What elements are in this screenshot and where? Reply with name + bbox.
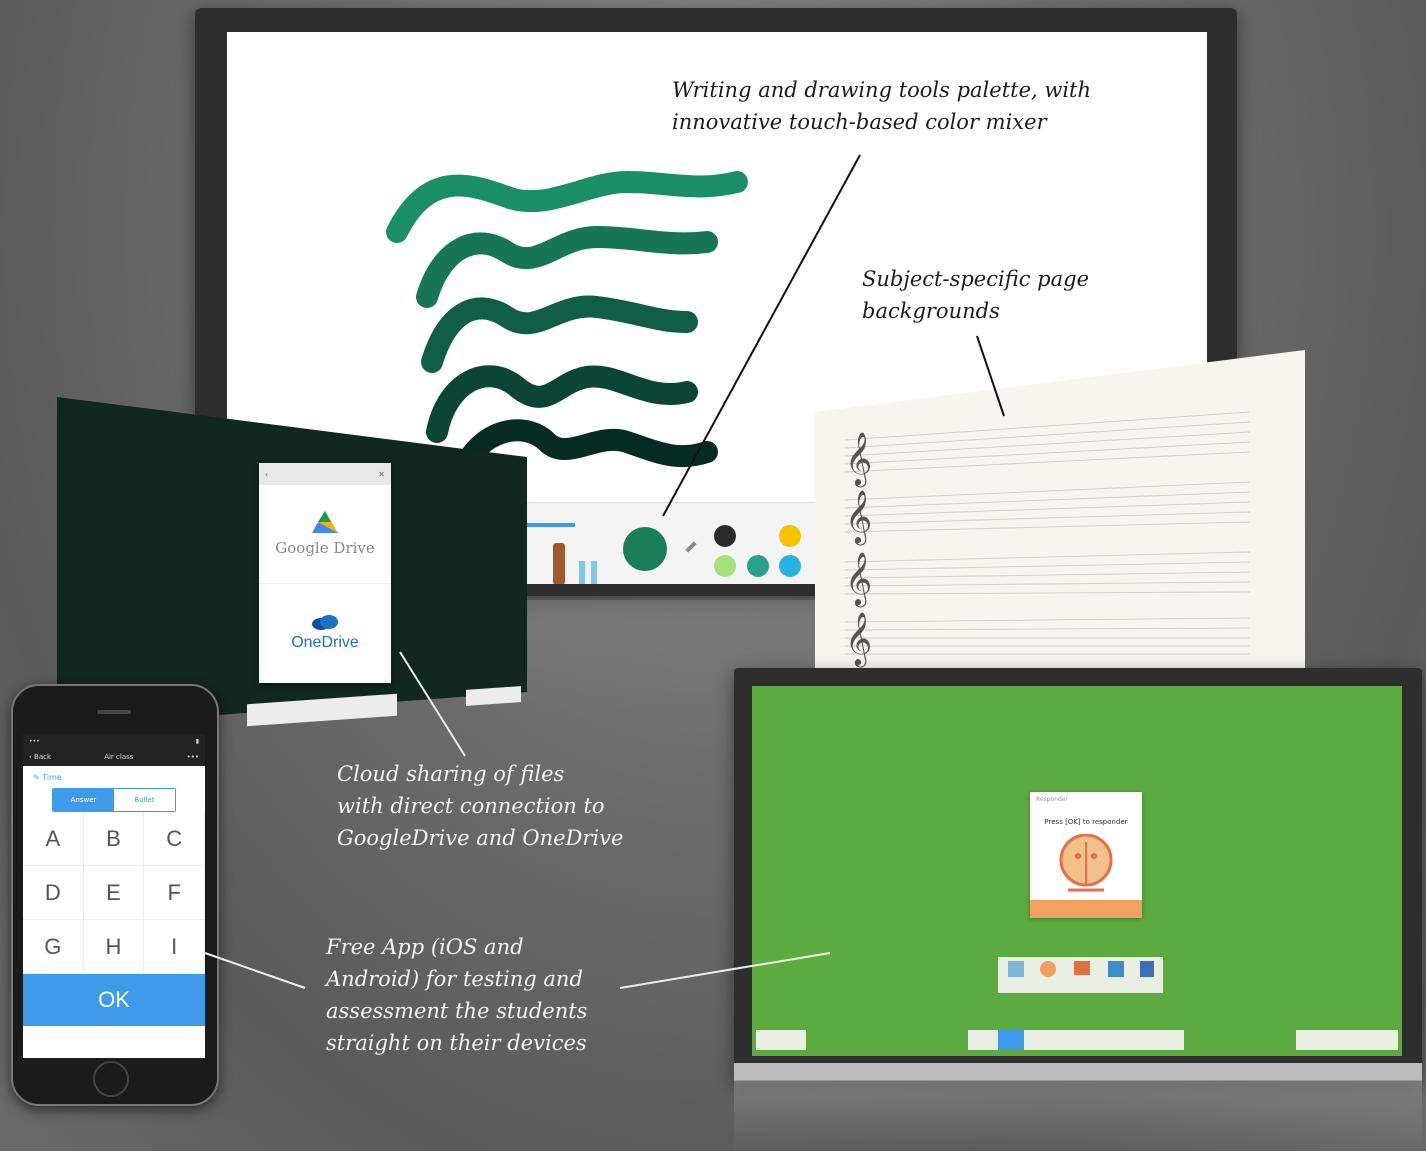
phone-screen: ••• ▮ ‹ Back Air class ••• ✎ Time Answer … — [23, 734, 205, 1058]
phone-speaker — [97, 710, 131, 714]
backgrounds-annotation: Subject-specific page backgrounds — [862, 267, 1089, 323]
segment-answer[interactable]: Answer — [53, 789, 114, 811]
eyedropper-icon[interactable] — [685, 541, 697, 553]
pen-tool-active[interactable] — [998, 1030, 1024, 1050]
swatch-yellow[interactable] — [779, 525, 801, 547]
responder-title: Responder — [1036, 796, 1068, 803]
responder-face-icon — [1059, 834, 1113, 892]
grid-tool-icon[interactable] — [1008, 961, 1024, 977]
menu-settings-bar[interactable] — [756, 1030, 806, 1050]
close-icon[interactable]: ✕ — [378, 470, 385, 479]
segment-bullet[interactable]: Bullet — [114, 789, 175, 811]
app-title: Air class — [104, 753, 134, 761]
onedrive-label: OneDrive — [291, 634, 359, 651]
treble-clef-icon: 𝄞 — [845, 489, 872, 545]
color-mixer-dot[interactable] — [623, 527, 667, 571]
wave-stroke-3 — [421, 295, 698, 373]
wave-stroke-4 — [426, 365, 698, 443]
onedrive-option[interactable]: OneDrive — [259, 584, 391, 682]
annotation-toolbar[interactable] — [968, 1030, 1184, 1050]
key-i[interactable]: I — [144, 920, 205, 974]
marker-tool-icon[interactable] — [553, 543, 565, 584]
wave-stroke-2 — [416, 225, 718, 308]
responder-confirm-button[interactable] — [1030, 900, 1142, 918]
onedrive-cloud-icon — [312, 615, 338, 630]
swatch-cyan[interactable] — [779, 555, 801, 577]
wave-stroke-1 — [386, 170, 748, 243]
answer-keypad: A B C D E F G H I — [23, 812, 205, 974]
mode-segment: Answer Bullet — [52, 788, 176, 812]
swatch-black[interactable] — [714, 525, 736, 547]
cloud-annotation: Cloud sharing of files with direct connec… — [337, 762, 624, 850]
time-row[interactable]: ✎ Time — [23, 766, 205, 788]
key-b[interactable]: B — [83, 812, 145, 866]
time-label: Time — [42, 772, 62, 782]
key-g[interactable]: G — [23, 920, 84, 974]
page-navigation-bar[interactable] — [1296, 1030, 1398, 1050]
back-button[interactable]: ‹ Back — [29, 753, 51, 761]
brush-tool-icon[interactable] — [591, 561, 597, 584]
key-h[interactable]: H — [83, 920, 145, 974]
green-display-reflection — [734, 1080, 1422, 1151]
responder-dialog: Responder Press [OK] to responder — [1030, 792, 1142, 918]
tool-size-slider[interactable] — [527, 523, 575, 527]
palette-annotation: Writing and drawing tools palette, with i… — [672, 78, 1092, 134]
ok-button[interactable]: OK — [23, 974, 205, 1026]
key-c[interactable]: C — [144, 812, 205, 866]
swatch-teal[interactable] — [747, 555, 769, 577]
google-drive-icon — [312, 511, 338, 533]
treble-clef-icon: 𝄞 — [845, 431, 872, 487]
responder-tool-icon[interactable] — [1040, 961, 1056, 977]
responder-prompt: Press [OK] to responder — [1044, 818, 1128, 826]
manager-tool-icon[interactable] — [1108, 961, 1124, 977]
smartphone-app: ••• ▮ ‹ Back Air class ••• ✎ Time Answer … — [11, 684, 219, 1106]
dark-board-nav-toolbar[interactable] — [466, 686, 521, 706]
display-base — [734, 1063, 1422, 1081]
key-a[interactable]: A — [23, 812, 84, 866]
nav-bar: ‹ Back Air class ••• — [23, 748, 205, 766]
cloud-drive-dialog: ‹ ✕ Google Drive OneDrive — [259, 463, 391, 683]
swatch-lightgreen[interactable] — [714, 555, 736, 577]
pencil-icon: ✎ — [33, 772, 43, 782]
classroom-tool-strip[interactable] — [998, 957, 1163, 993]
google-drive-label: Google Drive — [275, 539, 375, 557]
more-icon[interactable]: ••• — [187, 753, 199, 761]
pen-tool-icon[interactable] — [579, 561, 585, 584]
dialog-header: ‹ ✕ — [259, 463, 391, 485]
key-d[interactable]: D — [23, 866, 84, 920]
google-drive-option[interactable]: Google Drive — [259, 485, 391, 584]
home-button[interactable] — [93, 1061, 129, 1097]
app-annotation: Free App (iOS and Android) for testing an… — [326, 935, 588, 1055]
key-e[interactable]: E — [83, 866, 145, 920]
treble-clef-icon: 𝄞 — [845, 551, 872, 607]
key-f[interactable]: F — [144, 866, 205, 920]
exit-tool-icon[interactable] — [1140, 961, 1154, 977]
back-chevron-icon[interactable]: ‹ — [265, 470, 268, 479]
status-bar: ••• ▮ — [23, 734, 205, 748]
treble-clef-icon: 𝄞 — [845, 611, 872, 667]
callout-line-phone — [204, 952, 306, 989]
buzzer-tool-icon[interactable] — [1074, 961, 1090, 975]
